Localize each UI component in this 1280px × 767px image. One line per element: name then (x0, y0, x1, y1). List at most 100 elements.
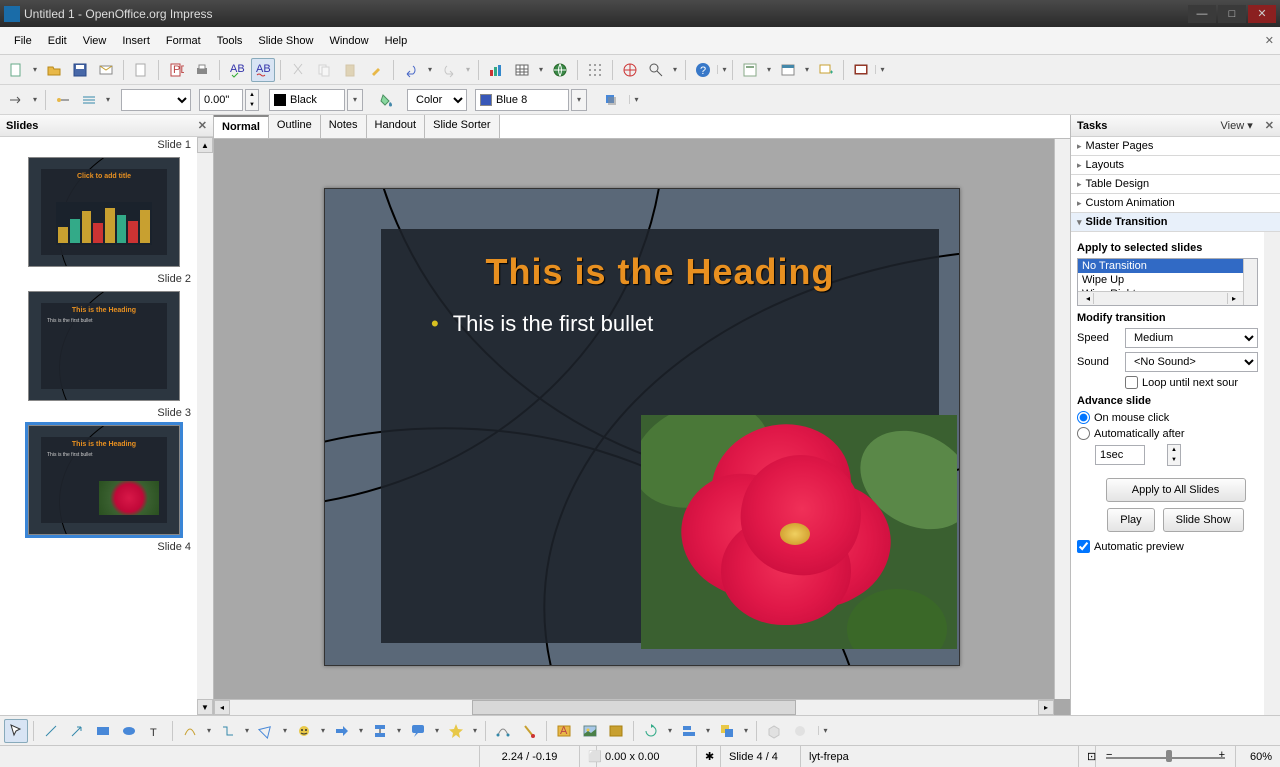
area-fill-button[interactable] (375, 88, 399, 112)
insert-slide-button[interactable] (814, 58, 838, 82)
tab-outline[interactable]: Outline (269, 115, 321, 138)
points-tool[interactable] (491, 719, 515, 743)
transition-option[interactable]: Wipe Up (1078, 273, 1257, 287)
ellipse-tool[interactable] (117, 719, 141, 743)
undo-button[interactable] (399, 58, 423, 82)
line-pattern-select[interactable] (121, 89, 191, 111)
slide-show-button[interactable]: Slide Show (1163, 508, 1244, 532)
grid-button[interactable] (583, 58, 607, 82)
line-color-dropdown[interactable]: ▾ (347, 89, 363, 111)
redo-button[interactable] (437, 58, 461, 82)
zoom-percent[interactable]: 60% (1236, 746, 1280, 767)
help-button[interactable]: ? (691, 58, 715, 82)
menu-edit[interactable]: Edit (40, 31, 75, 51)
menu-file[interactable]: File (6, 31, 40, 51)
curve-dropdown[interactable]: ▾ (204, 726, 214, 735)
gluepoints-tool[interactable] (517, 719, 541, 743)
toolbar-overflow2[interactable]: ▾ (875, 65, 885, 74)
extrusion-tool[interactable] (762, 719, 786, 743)
slides-panel-close-icon[interactable]: ✕ (198, 119, 207, 132)
basic-shapes-tool[interactable] (254, 719, 278, 743)
shadow-button[interactable] (599, 88, 623, 112)
slide-thumbnail-2[interactable]: Click to add title (28, 157, 180, 267)
zoom-button[interactable] (644, 58, 668, 82)
tasks-scrollbar[interactable] (1264, 232, 1280, 715)
email-button[interactable] (94, 58, 118, 82)
auto-preview-checkbox[interactable] (1077, 540, 1090, 553)
line-style-button[interactable] (77, 88, 101, 112)
toolbar-overflow[interactable]: ▾ (717, 65, 727, 74)
line-width-spinner[interactable]: ▲▼ (245, 89, 259, 111)
zoom-slider[interactable]: − + (1096, 746, 1236, 767)
stars-tool[interactable] (444, 719, 468, 743)
auto-time-input[interactable] (1095, 445, 1145, 465)
document-close-icon[interactable]: ✕ (1265, 34, 1274, 47)
line-style-dropdown[interactable]: ▾ (103, 95, 113, 104)
menu-tools[interactable]: Tools (209, 31, 251, 51)
loop-checkbox[interactable] (1125, 376, 1138, 389)
canvas-vscroll[interactable] (1054, 139, 1070, 699)
line-endpoint-button[interactable] (51, 88, 75, 112)
curve-tool[interactable] (178, 719, 202, 743)
line-color-select[interactable]: Black (269, 89, 345, 111)
chart-button[interactable] (484, 58, 508, 82)
rectangle-tool[interactable] (91, 719, 115, 743)
flower-image[interactable] (641, 415, 957, 649)
redo-dropdown[interactable]: ▾ (463, 65, 473, 74)
align-tool[interactable] (677, 719, 701, 743)
tasks-view-link[interactable]: View ▾ (1221, 119, 1253, 132)
transition-option[interactable]: No Transition (1078, 259, 1257, 273)
symbol-shapes-tool[interactable] (292, 719, 316, 743)
export-pdf-button[interactable]: PDF (164, 58, 188, 82)
tab-normal[interactable]: Normal (214, 115, 269, 138)
cut-button[interactable] (286, 58, 310, 82)
callout-dropdown[interactable]: ▾ (432, 726, 442, 735)
menu-insert[interactable]: Insert (114, 31, 158, 51)
slide-design-button[interactable] (776, 58, 800, 82)
table-button[interactable] (510, 58, 534, 82)
menu-view[interactable]: View (75, 31, 115, 51)
auto-after-radio[interactable] (1077, 427, 1090, 440)
drawing-overflow[interactable]: ▾ (818, 726, 828, 735)
line-tool[interactable] (39, 719, 63, 743)
presentation-button[interactable] (849, 58, 873, 82)
maximize-button[interactable]: □ (1218, 5, 1246, 23)
connector-dropdown[interactable]: ▾ (242, 726, 252, 735)
on-mouse-click-radio[interactable] (1077, 411, 1090, 424)
task-section-custom-animation[interactable]: Custom Animation (1071, 194, 1280, 213)
spellcheck-button[interactable]: ABC (225, 58, 249, 82)
zoom-dropdown[interactable]: ▾ (670, 65, 680, 74)
line-width-input[interactable] (199, 89, 243, 111)
flowchart-tool[interactable] (368, 719, 392, 743)
close-button[interactable]: ✕ (1248, 5, 1276, 23)
slide-design-dropdown[interactable]: ▾ (802, 65, 812, 74)
menu-format[interactable]: Format (158, 31, 209, 51)
align-dropdown[interactable]: ▾ (703, 726, 713, 735)
slide-layout-button[interactable] (738, 58, 762, 82)
slide[interactable]: This is the Heading This is the first bu… (324, 188, 960, 666)
arrange-tool[interactable] (715, 719, 739, 743)
callout-tool[interactable] (406, 719, 430, 743)
fontwork-tool[interactable]: A (552, 719, 576, 743)
arrow-tool[interactable] (65, 719, 89, 743)
fill-type-select[interactable]: Color (407, 89, 467, 111)
copy-button[interactable] (312, 58, 336, 82)
paste-button[interactable] (338, 58, 362, 82)
text-tool[interactable]: T (143, 719, 167, 743)
menu-slideshow[interactable]: Slide Show (250, 31, 321, 51)
hyperlink-button[interactable] (548, 58, 572, 82)
arrow-style-dropdown[interactable]: ▾ (30, 95, 40, 104)
gallery-tool[interactable] (604, 719, 628, 743)
slide-thumbnail-3[interactable]: This is the Heading This is the first bu… (28, 291, 180, 401)
block-arrows-dropdown[interactable]: ▾ (356, 726, 366, 735)
select-tool[interactable] (4, 719, 28, 743)
tab-slide-sorter[interactable]: Slide Sorter (425, 115, 499, 138)
slide-heading[interactable]: This is the Heading (381, 229, 939, 303)
rotate-dropdown[interactable]: ▾ (665, 726, 675, 735)
zoom-fit-icon[interactable]: ⊡ (1079, 746, 1096, 767)
new-dropdown[interactable]: ▾ (30, 65, 40, 74)
fill-color-select[interactable]: Blue 8 (475, 89, 569, 111)
task-section-master-pages[interactable]: Master Pages (1071, 137, 1280, 156)
apply-to-all-button[interactable]: Apply to All Slides (1106, 478, 1246, 502)
block-arrows-tool[interactable] (330, 719, 354, 743)
